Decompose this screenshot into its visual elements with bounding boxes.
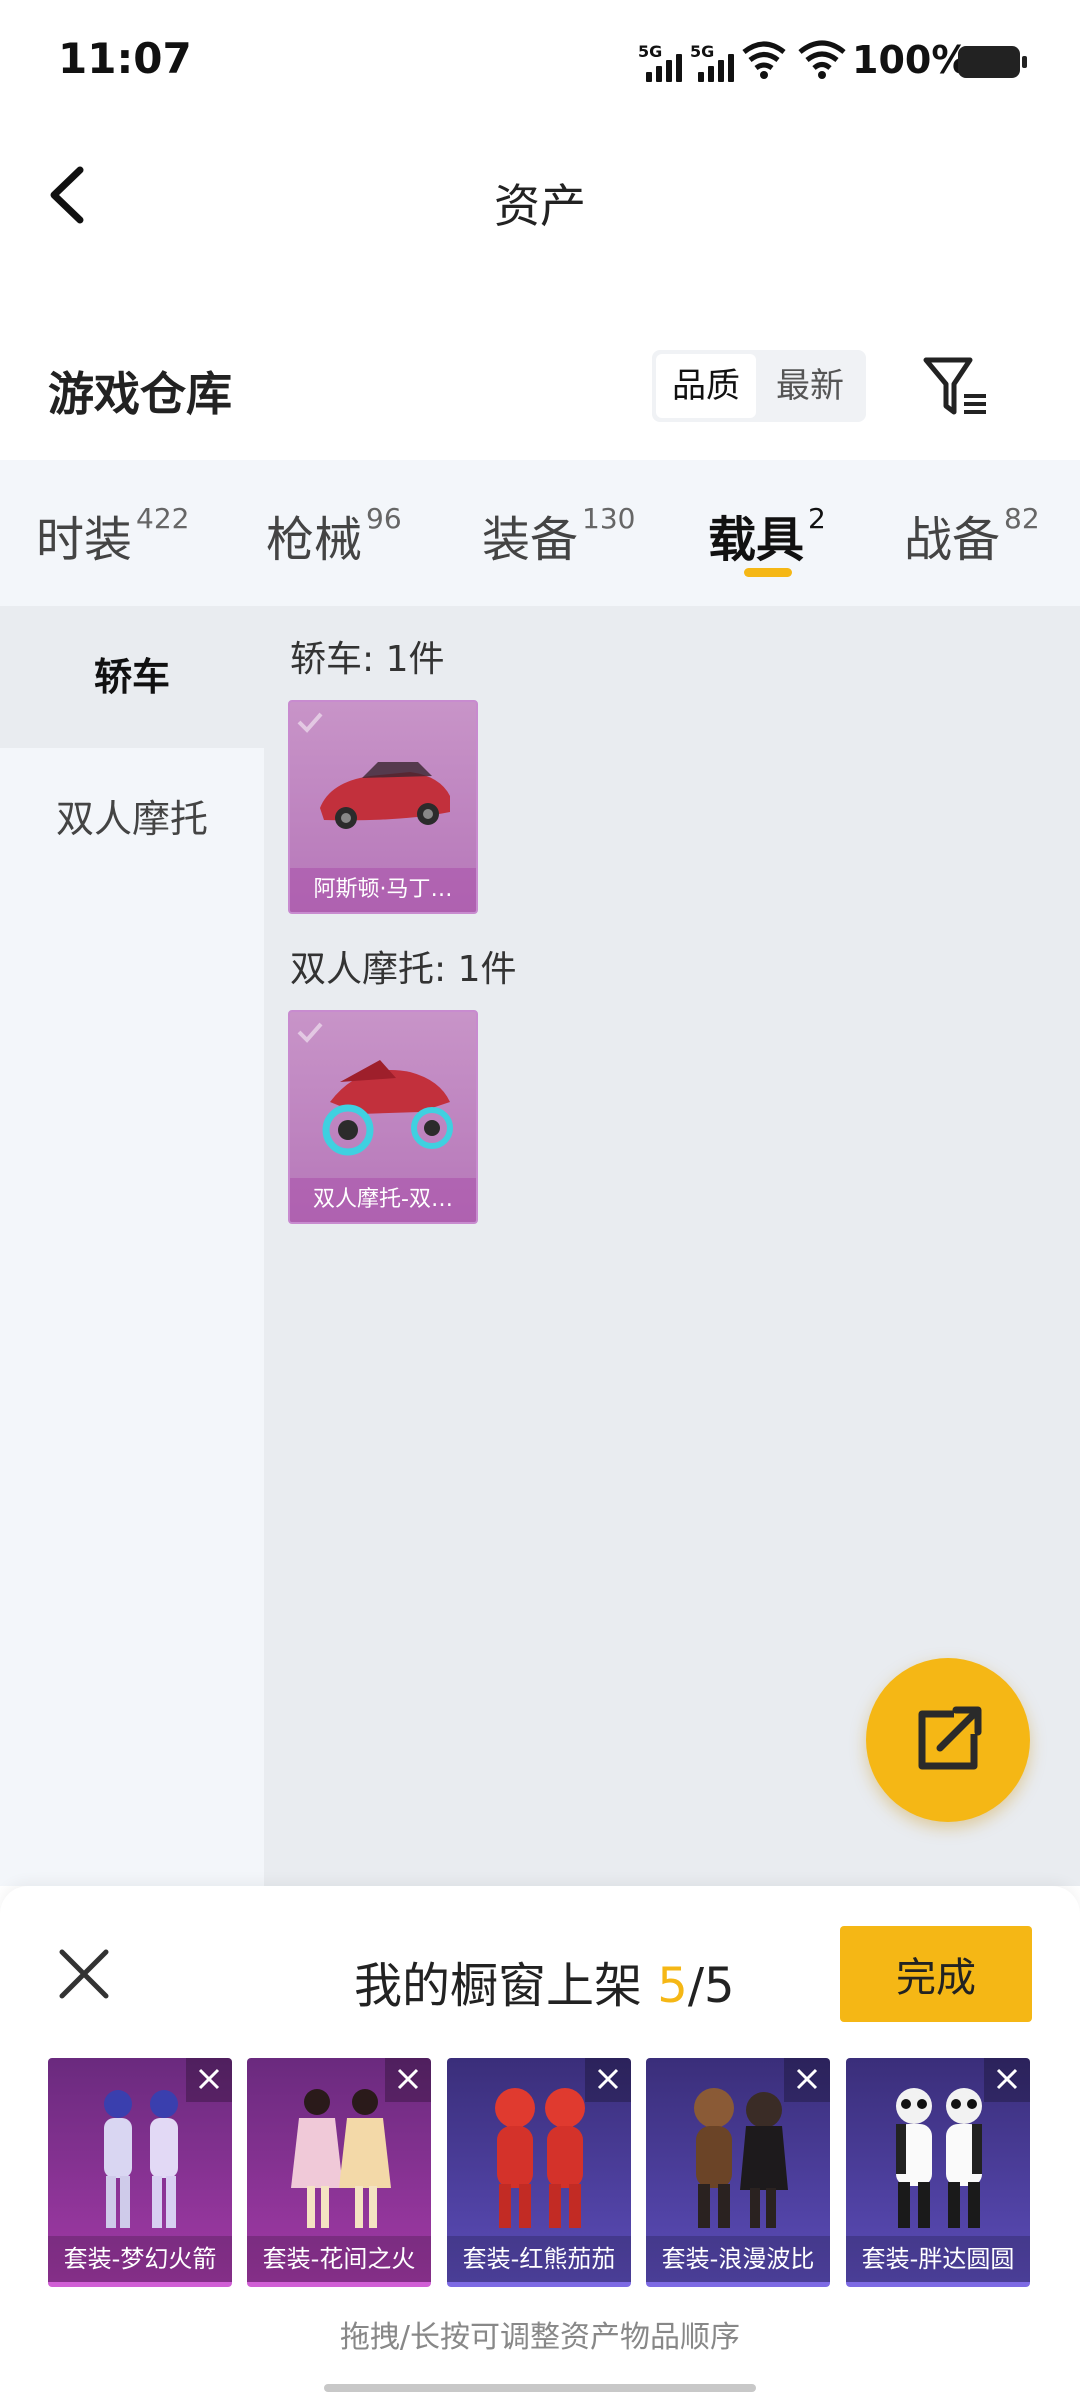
showcase-count: 5 [657, 1958, 688, 2014]
status-time: 11:07 [58, 34, 192, 83]
outfit-preview [896, 2088, 982, 2228]
wifi-data-icon [742, 41, 786, 79]
remove-icon[interactable] [984, 2058, 1030, 2102]
sort-quality-option[interactable]: 品质 [656, 354, 756, 418]
outfit-preview [694, 2088, 788, 2228]
battery-percent: 100% [852, 38, 970, 82]
group-label-motorcycle: 双人摩托: 1件 [290, 949, 517, 990]
motorcycle-icon [322, 1060, 453, 1156]
done-button[interactable]: 完成 [840, 1926, 1032, 2022]
remove-icon[interactable] [784, 2058, 830, 2102]
showcase-item-name: 套装-梦幻火箭 [48, 2236, 232, 2282]
sidebar-item-sedan[interactable]: 轿车 [0, 606, 264, 748]
active-tab-indicator [744, 568, 792, 577]
sort-toggle: 品质 最新 [652, 350, 866, 422]
sidebar: 轿车 双人摩托 [0, 606, 264, 1886]
remove-icon[interactable] [585, 2058, 631, 2102]
remove-icon[interactable] [385, 2058, 431, 2102]
tab-equipment[interactable]: 装备 130 [482, 500, 635, 570]
showcase-item-name: 套装-花间之火 [247, 2236, 431, 2282]
showcase-item[interactable]: 套装-红熊茄茄 [447, 2058, 631, 2287]
car-icon [320, 762, 450, 829]
signal-2-icon: 5G [690, 42, 734, 82]
group-label-sedan: 轿车: 1件 [290, 639, 445, 680]
sidebar-item-motorcycle[interactable]: 双人摩托 [0, 748, 264, 890]
showcase-item-name: 套装-红熊茄茄 [447, 2236, 631, 2282]
home-indicator[interactable] [324, 2384, 756, 2392]
section-title: 游戏仓库 [48, 367, 232, 421]
showcase-item-name: 套装-浪漫波比 [646, 2236, 830, 2282]
showcase-item[interactable]: 套装-梦幻火箭 [48, 2058, 232, 2287]
share-external-icon [918, 1706, 982, 1770]
outfit-preview [291, 2089, 391, 2228]
showcase-title: 我的橱窗上架 5/5 [354, 1958, 735, 2014]
share-button[interactable] [866, 1658, 1030, 1822]
battery-icon [958, 46, 1027, 78]
asset-name: 双人摩托-双… [290, 1178, 476, 1222]
outfit-preview [104, 2090, 178, 2228]
tab-fashion[interactable]: 时装 422 [36, 500, 189, 570]
showcase-item[interactable]: 套装-浪漫波比 [646, 2058, 830, 2287]
filter-icon[interactable] [920, 354, 990, 420]
asset-name: 阿斯顿·马丁… [290, 868, 476, 912]
showcase-item-name: 套装-胖达圆圆 [846, 2236, 1030, 2282]
asset-card-motorcycle[interactable]: 双人摩托-双… [288, 1010, 478, 1224]
tab-weapons[interactable]: 枪械 96 [266, 500, 402, 570]
showcase-item[interactable]: 套装-花间之火 [247, 2058, 431, 2287]
remove-icon[interactable] [186, 2058, 232, 2102]
outfit-preview [495, 2088, 585, 2228]
asset-card-sedan[interactable]: 阿斯顿·马丁… [288, 700, 478, 914]
wifi-icon [798, 40, 846, 79]
page-title: 资产 [494, 179, 586, 233]
tab-combat-gear[interactable]: 战备 82 [904, 500, 1040, 570]
showcase-item[interactable]: 套装-胖达圆圆 [846, 2058, 1030, 2287]
sort-newest-option[interactable]: 最新 [758, 350, 862, 422]
signal-1-icon: 5G [638, 42, 682, 82]
category-tabs: 时装 422 枪械 96 装备 130 载具 2 战备 82 [0, 460, 1080, 606]
reorder-hint: 拖拽/长按可调整资产物品顺序 [339, 2320, 741, 2355]
showcase-total: /5 [687, 1958, 735, 2014]
close-icon[interactable] [56, 1946, 112, 2002]
tab-vehicles[interactable]: 载具 2 [708, 500, 826, 570]
